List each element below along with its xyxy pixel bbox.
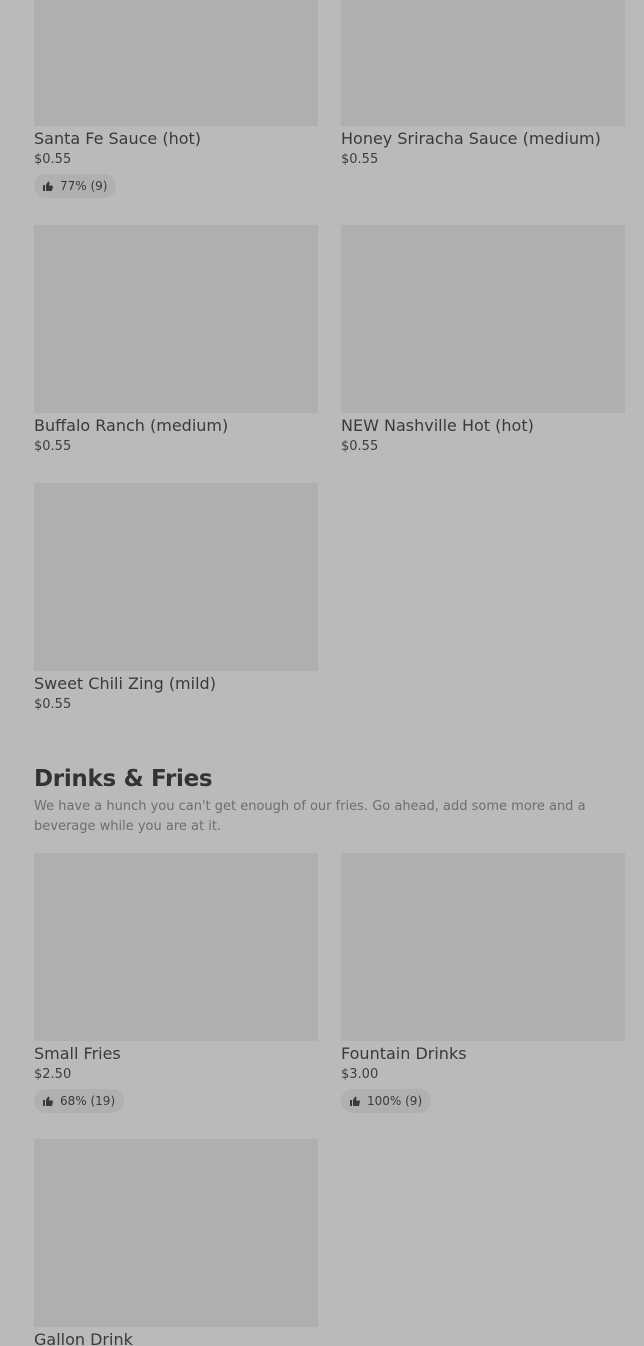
section-description: We have a hunch you can't get enough of … xyxy=(34,799,586,834)
thumbs-up-icon xyxy=(43,181,53,191)
item-name: Small Fries xyxy=(34,1044,121,1063)
item-name: Buffalo Ranch (medium) xyxy=(34,416,229,435)
item-image[interactable] xyxy=(341,225,625,413)
menu-item-gallon-drink[interactable]: Gallon Drink xyxy=(34,1139,318,1346)
rating-badge: 77% (9) xyxy=(34,174,117,198)
item-name: Santa Fe Sauce (hot) xyxy=(34,129,202,148)
thumbs-up-icon xyxy=(350,1096,360,1106)
menu-page: Santa Fe Sauce (hot) $0.55 77% (9) Honey… xyxy=(0,0,644,1346)
item-name: Gallon Drink xyxy=(34,1330,133,1346)
item-image[interactable] xyxy=(34,0,318,126)
item-image[interactable] xyxy=(34,853,318,1041)
item-price: $3.00 xyxy=(341,1067,379,1082)
rating-badge: 100% (9) xyxy=(341,1089,432,1113)
item-image[interactable] xyxy=(34,225,318,413)
menu-item-small-fries[interactable]: Small Fries $2.50 68% (19) xyxy=(34,853,318,1113)
item-name: Fountain Drinks xyxy=(341,1044,467,1063)
section-title: Drinks & Fries xyxy=(34,766,213,792)
rating-badge: 68% (19) xyxy=(34,1089,125,1113)
item-price: $0.55 xyxy=(34,697,72,712)
rating-text: 68% (19) xyxy=(60,1094,116,1108)
item-name: NEW Nashville Hot (hot) xyxy=(341,416,534,435)
item-price: $0.55 xyxy=(34,439,72,454)
rating-text: 77% (9) xyxy=(60,179,108,193)
item-price: $2.50 xyxy=(34,1067,72,1082)
item-image[interactable] xyxy=(341,0,625,126)
item-name: Sweet Chili Zing (mild) xyxy=(34,674,216,693)
item-image[interactable] xyxy=(34,1139,318,1327)
item-price: $0.55 xyxy=(34,152,72,167)
item-price: $0.55 xyxy=(341,439,379,454)
menu-item-sweet-chili-zing[interactable]: Sweet Chili Zing (mild) $0.55 xyxy=(34,483,318,713)
item-price: $0.55 xyxy=(341,152,379,167)
item-image[interactable] xyxy=(341,853,625,1041)
rating-text: 100% (9) xyxy=(367,1094,423,1108)
thumbs-up-icon xyxy=(43,1096,53,1106)
item-image[interactable] xyxy=(34,483,318,671)
menu-item-nashville-hot[interactable]: NEW Nashville Hot (hot) $0.55 xyxy=(341,225,625,455)
menu-item-santa-fe-sauce[interactable]: Santa Fe Sauce (hot) $0.55 77% (9) xyxy=(34,0,318,198)
menu-item-buffalo-ranch[interactable]: Buffalo Ranch (medium) $0.55 xyxy=(34,225,318,455)
item-name: Honey Sriracha Sauce (medium) xyxy=(341,129,601,148)
menu-item-honey-sriracha-sauce[interactable]: Honey Sriracha Sauce (medium) $0.55 xyxy=(341,0,625,168)
menu-item-fountain-drinks[interactable]: Fountain Drinks $3.00 100% (9) xyxy=(341,853,625,1113)
